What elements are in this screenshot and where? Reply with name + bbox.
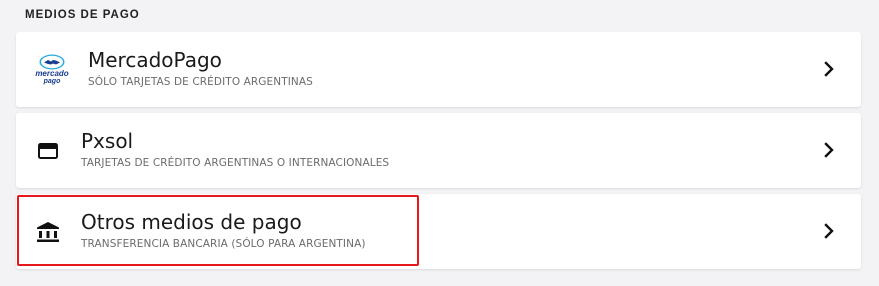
credit-card-icon xyxy=(38,142,58,159)
chevron-right-icon xyxy=(824,223,834,239)
mercadopago-logo-text-2: pago xyxy=(43,78,61,85)
payment-option-title: MercadoPago xyxy=(88,48,222,72)
section-title: MEDIOS DE PAGO xyxy=(25,9,140,21)
payment-option-subtitle: SÓLO TARJETAS DE CRÉDITO ARGENTINAS xyxy=(88,76,313,88)
payment-option-title: Pxsol xyxy=(81,129,134,153)
chevron-right-icon xyxy=(824,61,834,77)
payment-option-subtitle: TRANSFERENCIA BANCARIA (SÓLO PARA ARGENT… xyxy=(81,238,366,250)
payment-option-mercadopago[interactable]: mercado pago MercadoPago SÓLO TARJETAS D… xyxy=(16,32,861,107)
payment-option-otros-medios[interactable]: Otros medios de pago TRANSFERENCIA BANCA… xyxy=(16,194,861,269)
payment-option-pxsol[interactable]: Pxsol TARJETAS DE CRÉDITO ARGENTINAS O I… xyxy=(16,113,861,188)
handshake-icon xyxy=(39,54,65,70)
payment-option-subtitle: TARJETAS DE CRÉDITO ARGENTINAS O INTERNA… xyxy=(81,157,390,169)
payment-option-title: Otros medios de pago xyxy=(81,210,302,234)
mercadopago-logo-text: mercado xyxy=(35,69,69,78)
mercadopago-logo: mercado pago xyxy=(32,32,72,107)
bank-icon xyxy=(37,221,59,242)
chevron-right-icon xyxy=(824,142,834,158)
